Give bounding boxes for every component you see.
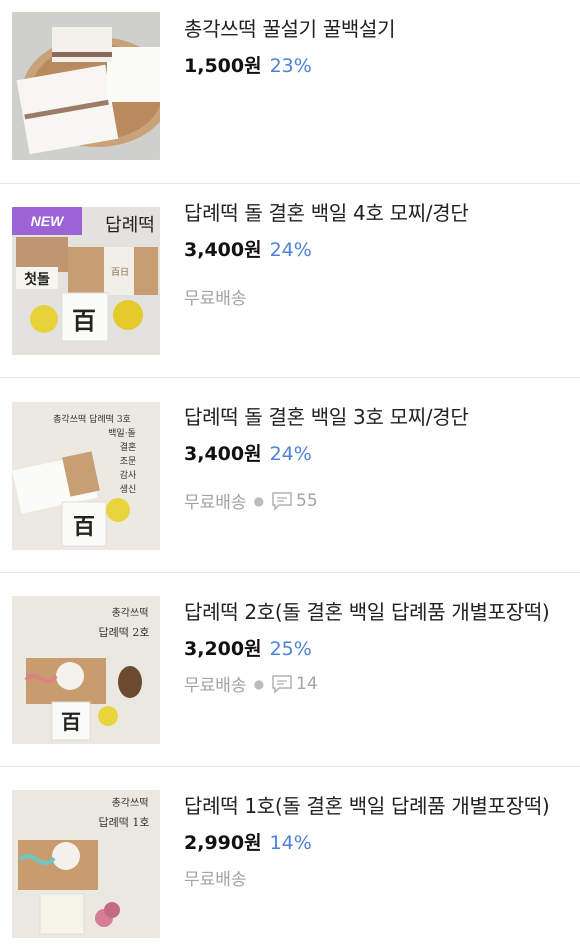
review-count-value: 55 xyxy=(296,490,318,511)
product-thumbnail[interactable] xyxy=(12,12,160,160)
image-text: 총각쓰떡 답례떡 3호 xyxy=(53,413,131,425)
product-price: 3,200원 xyxy=(184,638,262,660)
image-text: 결혼 xyxy=(120,441,137,453)
product-price: 1,500원 xyxy=(184,55,262,77)
product-image: 총각쓰떡 답례떡 2호 百 xyxy=(12,596,160,744)
product-title[interactable]: 답례떡 2호(돌 결혼 백일 답례품 개별포장떡) xyxy=(184,597,568,628)
image-text: 百 xyxy=(73,514,95,540)
image-text: 총각쓰떡 xyxy=(112,797,149,809)
product-item[interactable]: 총각쓰떡 꿀설기 꿀백설기 1,500원 23% xyxy=(0,0,580,184)
image-text: 百 xyxy=(72,306,96,335)
image-text: 생신 xyxy=(120,484,137,495)
image-text: 조문 xyxy=(120,456,137,467)
product-price: 2,990원 xyxy=(184,832,262,854)
product-title[interactable]: 답례떡 1호(돌 결혼 백일 답례품 개별포장떡) xyxy=(184,791,568,822)
product-image: 총각쓰떡 답례떡 3호 백일·돌 결혼 조문 감사 생신 百 xyxy=(12,402,160,550)
image-text: 답례떡 1호 xyxy=(99,816,150,829)
image-text: 답례떡 2호 xyxy=(99,626,150,639)
image-text: 백일·돌 xyxy=(108,428,136,439)
speech-bubble-icon xyxy=(272,674,292,694)
product-thumbnail[interactable]: 총각쓰떡 답례떡 3호 백일·돌 결혼 조문 감사 생신 百 xyxy=(12,402,160,550)
image-text: 답례떡 xyxy=(105,215,155,236)
product-price: 3,400원 xyxy=(184,443,262,465)
discount-rate: 25% xyxy=(269,638,312,660)
product-item[interactable]: 총각쓰떡 답례떡 1호 답례떡 1호(돌 결혼 백일 답례품 개별포장떡) 2,… xyxy=(0,767,580,951)
discount-rate: 14% xyxy=(269,832,312,854)
image-text: 첫돌 xyxy=(24,272,50,288)
product-item[interactable]: 총각쓰떡 답례떡 3호 백일·돌 결혼 조문 감사 생신 百 답례떡 돌 결혼 … xyxy=(0,378,580,573)
product-title[interactable]: 답례떡 돌 결혼 백일 4호 모찌/경단 xyxy=(184,198,568,229)
review-count-value: 14 xyxy=(296,673,318,694)
discount-rate: 24% xyxy=(269,239,312,261)
discount-rate: 23% xyxy=(269,55,312,77)
free-shipping-label: 무료배송 xyxy=(184,870,247,890)
image-text: 감사 xyxy=(120,469,137,481)
image-text: 百日 xyxy=(111,267,129,278)
free-shipping-label: 무료배송 xyxy=(184,289,247,309)
product-list: 총각쓰떡 꿀설기 꿀백설기 1,500원 23% 百 첫돌 답례떡 百日 NEW… xyxy=(0,0,580,951)
separator-dot: ● xyxy=(253,676,265,691)
free-shipping-label: 무료배송 xyxy=(184,493,247,513)
image-text: 총각쓰떡 xyxy=(112,607,149,619)
image-text: 百 xyxy=(61,710,81,734)
free-shipping-label: 무료배송 xyxy=(184,676,247,696)
product-title[interactable]: 답례떡 돌 결혼 백일 3호 모찌/경단 xyxy=(184,402,568,433)
product-price: 3,400원 xyxy=(184,239,262,261)
product-image xyxy=(12,12,160,160)
new-badge: NEW xyxy=(12,207,82,235)
review-count[interactable]: 55 xyxy=(271,491,318,511)
product-thumbnail[interactable]: 총각쓰떡 답례떡 2호 百 xyxy=(12,596,160,744)
product-item[interactable]: 총각쓰떡 답례떡 2호 百 답례떡 2호(돌 결혼 백일 답례품 개별포장떡) … xyxy=(0,573,580,767)
separator-dot: ● xyxy=(253,493,265,508)
review-count[interactable]: 14 xyxy=(271,674,318,694)
discount-rate: 24% xyxy=(269,443,312,465)
speech-bubble-icon xyxy=(272,491,292,511)
product-thumbnail[interactable]: 총각쓰떡 답례떡 1호 xyxy=(12,790,160,938)
product-image: 총각쓰떡 답례떡 1호 xyxy=(12,790,160,938)
product-item[interactable]: 百 첫돌 답례떡 百日 NEW 답례떡 돌 결혼 백일 4호 모찌/경단 3,4… xyxy=(0,184,580,378)
product-thumbnail[interactable]: 百 첫돌 답례떡 百日 NEW xyxy=(12,207,160,355)
product-title[interactable]: 총각쓰떡 꿀설기 꿀백설기 xyxy=(184,14,568,45)
